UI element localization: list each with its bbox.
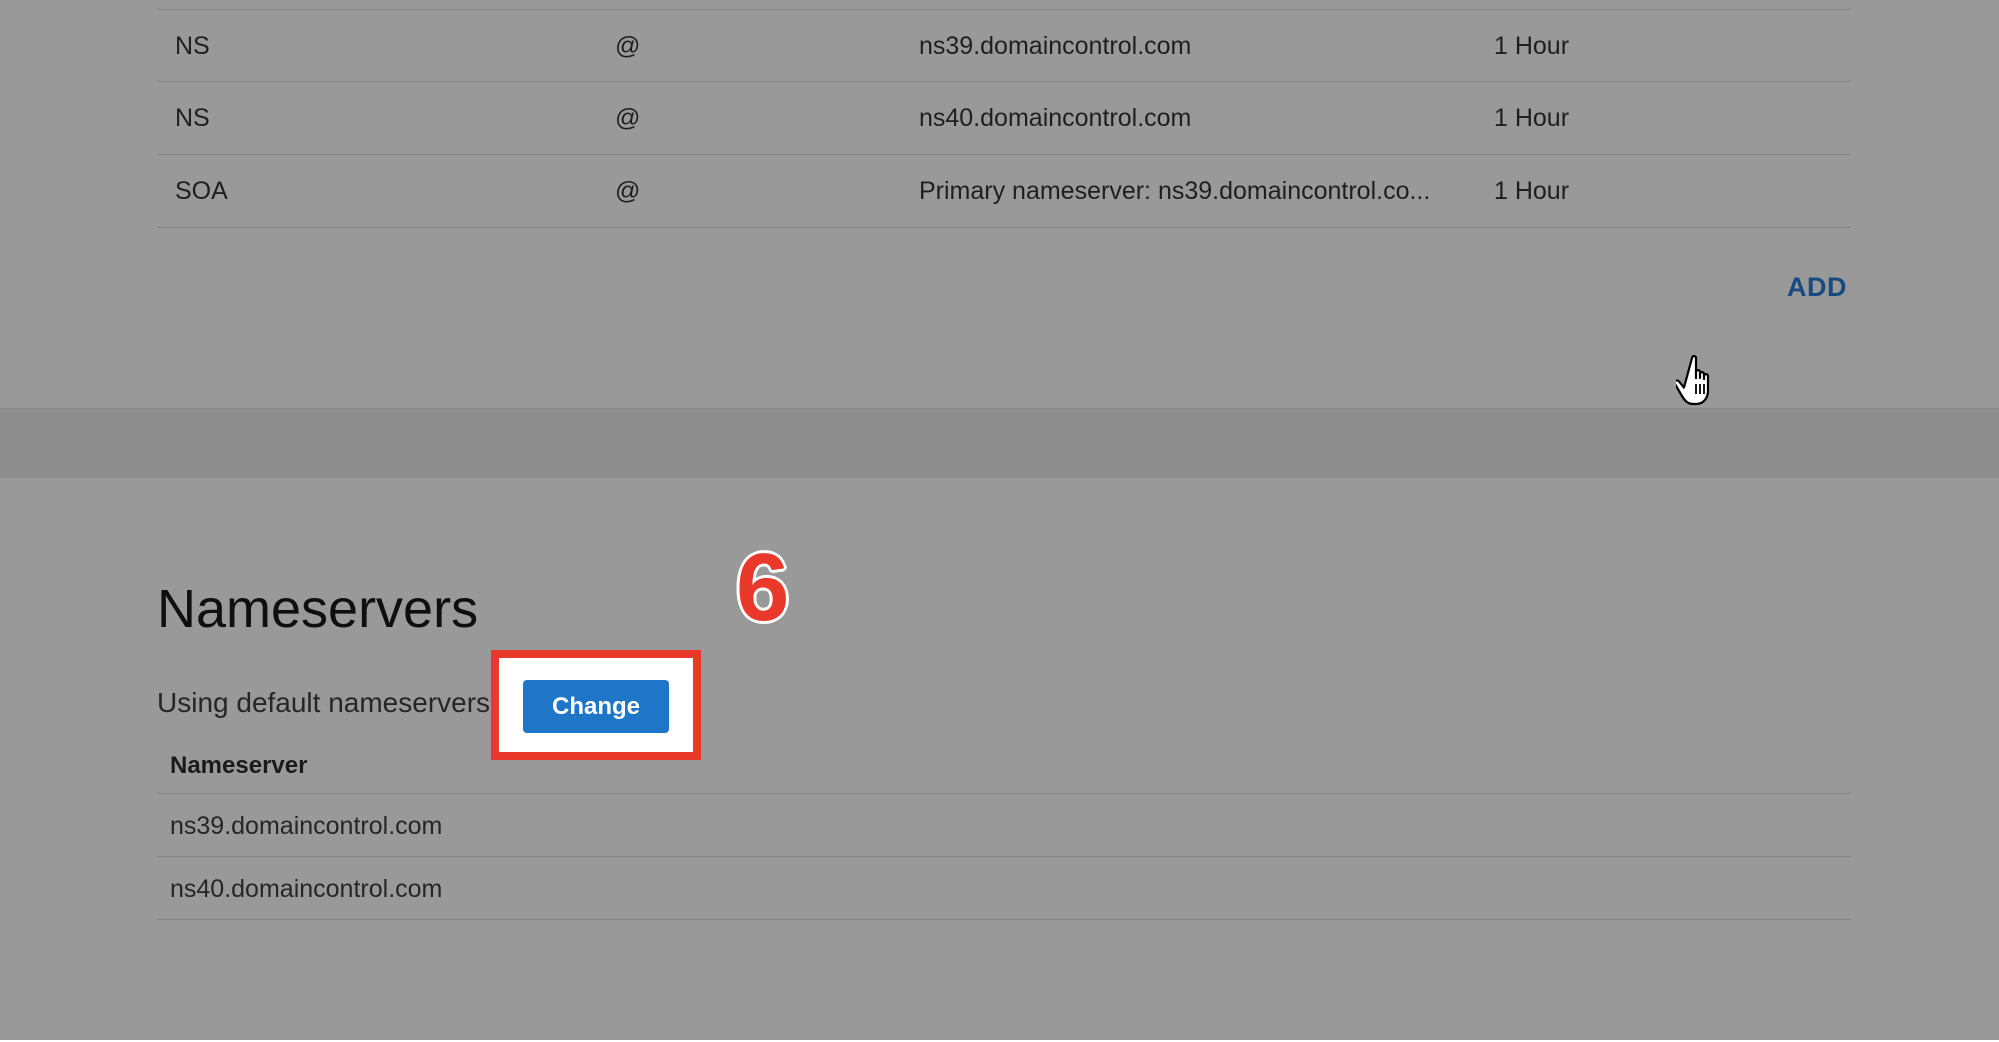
table-row: ns40.domaincontrol.com bbox=[157, 857, 1851, 920]
table-row: SOA @ Primary nameserver: ns39.domaincon… bbox=[157, 155, 1851, 228]
record-value: ns39.domaincontrol.com bbox=[919, 32, 1192, 60]
column-header-nameserver: Nameserver bbox=[170, 752, 308, 779]
record-type: NS bbox=[175, 32, 210, 60]
page-title: Nameservers bbox=[157, 579, 479, 639]
record-type: SOA bbox=[175, 177, 228, 205]
record-type: NS bbox=[175, 104, 210, 132]
table-row: NS @ ns39.domaincontrol.com 1 Hour bbox=[157, 9, 1851, 82]
record-name: @ bbox=[615, 32, 641, 60]
hand-pointer-icon bbox=[1676, 355, 1710, 406]
record-name: @ bbox=[615, 177, 641, 205]
table-row: NS @ ns40.domaincontrol.com 1 Hour bbox=[157, 82, 1851, 155]
record-value: ns40.domaincontrol.com bbox=[919, 104, 1192, 132]
nameservers-table: Nameserver ns39.domaincontrol.com ns40.d… bbox=[157, 736, 1851, 920]
section-divider bbox=[0, 408, 1999, 478]
nameserver-status-text: Using default nameservers bbox=[157, 687, 491, 718]
record-ttl: 1 Hour bbox=[1494, 32, 1570, 60]
step-number-badge: 6 bbox=[736, 534, 790, 641]
nameserver-value: ns39.domaincontrol.com bbox=[170, 812, 443, 840]
add-record-link[interactable]: ADD bbox=[1787, 272, 1847, 303]
table-row: ns39.domaincontrol.com bbox=[157, 794, 1851, 857]
record-value: Primary nameserver: ns39.domaincontrol.c… bbox=[919, 177, 1431, 205]
record-ttl: 1 Hour bbox=[1494, 177, 1570, 205]
record-ttl: 1 Hour bbox=[1494, 104, 1570, 132]
page: NS @ ns39.domaincontrol.com 1 Hour NS @ … bbox=[0, 0, 1999, 1042]
dns-records-table: NS @ ns39.domaincontrol.com 1 Hour NS @ … bbox=[157, 0, 1851, 228]
change-nameservers-button[interactable]: Change bbox=[523, 680, 669, 733]
table-header: Nameserver bbox=[157, 736, 1851, 794]
nameserver-value: ns40.domaincontrol.com bbox=[170, 875, 443, 903]
record-name: @ bbox=[615, 104, 641, 132]
